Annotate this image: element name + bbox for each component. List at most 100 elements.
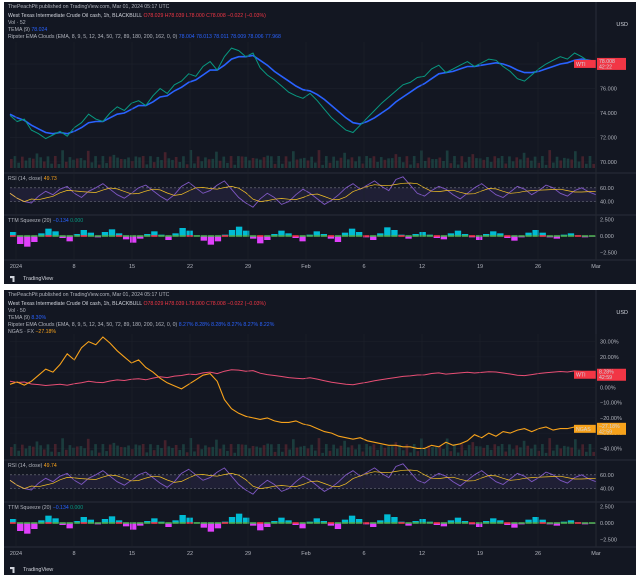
- price-chart-svg-bottom[interactable]: 30.00%20.00%10.00%0.00%−10.00%−20.00%−30…: [4, 290, 636, 575]
- time-tick-label: 22: [187, 551, 193, 557]
- volume-bar: [563, 445, 566, 456]
- squeeze-dot: [511, 522, 518, 524]
- squeeze-dot: [475, 235, 483, 237]
- squeeze-tick-label: 2.500: [600, 504, 614, 510]
- ngas-line[interactable]: NGAS · FX −27.18%: [8, 329, 56, 336]
- squeeze-bar: [235, 226, 243, 236]
- volume-bar: [585, 163, 588, 168]
- volume-bar: [57, 164, 61, 168]
- volume-bar: [442, 160, 445, 168]
- squeeze-dot: [73, 235, 80, 237]
- squeeze-dot: [38, 235, 45, 237]
- squeeze-dot: [327, 235, 335, 237]
- currency-label[interactable]: USD: [616, 310, 628, 316]
- squeeze-dot: [313, 235, 320, 237]
- squeeze-dot: [426, 235, 433, 237]
- volume-bar: [511, 449, 515, 456]
- volume-bar: [339, 445, 343, 456]
- squeeze-dot: [355, 235, 363, 237]
- ohlc-open: O78.029: [143, 13, 164, 19]
- volume-bar: [577, 161, 581, 168]
- volume-bar: [519, 447, 522, 456]
- rsi-legend[interactable]: RSI (14, close) 49.73: [8, 176, 57, 183]
- squeeze-dot: [172, 522, 179, 524]
- volume-bar: [449, 451, 453, 456]
- volume-bar: [90, 450, 94, 456]
- squeeze-dot: [186, 522, 193, 524]
- volume-bar: [90, 162, 94, 168]
- ohlc-open: O78.029: [143, 301, 164, 307]
- squeeze-bar: [24, 236, 31, 247]
- volume-bar: [226, 450, 229, 456]
- volume-bar: [116, 157, 119, 168]
- price-tag-countdown: 42:59: [599, 375, 612, 381]
- squeeze-bar: [31, 523, 38, 529]
- volume-bar: [588, 444, 592, 456]
- ripster-line[interactable]: Ripster EMA Clouds (EMA, 8, 9, 5, 12, 34…: [8, 34, 281, 41]
- volume-bar: [204, 157, 207, 168]
- volume-bar: [475, 446, 478, 456]
- tradingview-footer[interactable]: TradingView: [10, 567, 53, 573]
- volume-bar: [427, 157, 431, 168]
- volume-bar: [112, 442, 116, 456]
- symbol-line[interactable]: West Texas Intermediate Crude Oil cash, …: [8, 13, 266, 20]
- tema-line[interactable]: TEMA (9) 8.30%: [8, 315, 46, 322]
- squeeze-dot: [94, 522, 102, 524]
- squeeze-legend[interactable]: TTM Squeeze (20) −0.134 0.000: [8, 218, 83, 225]
- squeeze-dot: [45, 235, 52, 237]
- time-tick-label: Feb: [301, 551, 310, 557]
- vol-line[interactable]: Vol · 52: [8, 20, 26, 27]
- squeeze-dot: [334, 235, 342, 237]
- vol-line[interactable]: Vol · 50: [8, 308, 26, 315]
- squeeze-dot: [130, 522, 137, 524]
- symbol-name[interactable]: West Texas Intermediate Crude Oil cash, …: [8, 13, 142, 19]
- vol-label: Vol · 50: [8, 308, 26, 314]
- rsi-value: 49.73: [43, 176, 57, 182]
- squeeze-dot: [306, 235, 313, 237]
- price-tick-label: −20.00%: [600, 416, 622, 422]
- volume-bar: [237, 156, 240, 168]
- volume-bar: [255, 158, 259, 168]
- volume-bar: [409, 452, 412, 456]
- volume-bar: [453, 444, 456, 456]
- symbol-name[interactable]: West Texas Intermediate Crude Oil cash, …: [8, 301, 142, 307]
- squeeze-bar: [228, 517, 236, 523]
- squeeze-dot: [490, 522, 497, 524]
- volume-bar: [61, 438, 64, 456]
- volume-bar: [281, 163, 284, 168]
- squeeze-dot: [59, 235, 66, 237]
- price-chart-svg-top[interactable]: 78.00076.00074.00072.00070.000WTI78.0084…: [4, 2, 636, 284]
- rsi-legend[interactable]: RSI (14, close) 49.74: [8, 463, 57, 470]
- price-tick-label: 0.00%: [600, 385, 616, 391]
- currency-label[interactable]: USD: [616, 22, 628, 28]
- volume-bar: [167, 158, 171, 168]
- rsi-tick-label: 60.00: [600, 186, 614, 192]
- volume-bar: [145, 452, 149, 456]
- squeeze-dot: [483, 522, 490, 524]
- volume-bar: [284, 444, 288, 456]
- rsi-tick-label: 60.00: [600, 473, 614, 479]
- published-line: ThePeachPit published on TradingView.com…: [8, 292, 169, 299]
- squeeze-value-2: 0.000: [70, 218, 84, 224]
- time-tick-label: 15: [129, 551, 135, 557]
- volume-bar: [233, 164, 237, 168]
- symbol-line[interactable]: West Texas Intermediate Crude Oil cash, …: [8, 301, 266, 308]
- squeeze-dot: [518, 235, 525, 237]
- squeeze-dot: [320, 235, 328, 237]
- squeeze-bar: [384, 227, 391, 236]
- tradingview-footer[interactable]: TradingView: [10, 276, 53, 282]
- squeeze-dot: [144, 522, 151, 524]
- tema-line[interactable]: TEMA (9) 78.024: [8, 27, 47, 34]
- volume-bar: [112, 154, 116, 168]
- squeeze-dot: [313, 522, 320, 524]
- volume-bar: [141, 156, 145, 168]
- squeeze-dot: [242, 235, 250, 237]
- volume-bar: [207, 447, 211, 456]
- squeeze-legend[interactable]: TTM Squeeze (20) −0.134 0.000: [8, 505, 83, 512]
- time-tick-label: 26: [535, 264, 541, 270]
- volume-bar: [64, 161, 68, 168]
- squeeze-dot: [588, 235, 596, 237]
- ripster-line[interactable]: Ripster EMA Clouds (EMA, 8, 9, 5, 12, 34…: [8, 322, 274, 329]
- rsi-label: RSI (14, close): [8, 463, 43, 469]
- volume-bar: [379, 445, 383, 456]
